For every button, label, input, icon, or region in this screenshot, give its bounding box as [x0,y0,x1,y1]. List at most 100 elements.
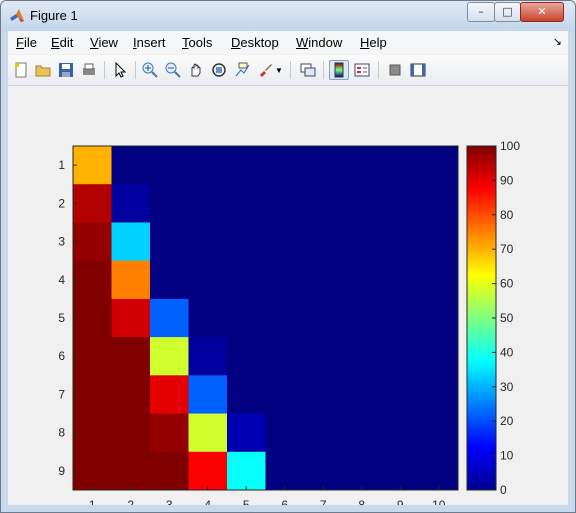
menu-bar: File Edit View Insert Tools Desktop Wind… [8,31,568,54]
x-tick-label: 1 [89,498,96,505]
colorbar-tick-label: 80 [500,208,514,222]
y-tick-label: 3 [58,235,65,249]
menu-view[interactable]: View [90,35,118,50]
heatmap-cell [342,184,382,223]
heatmap-cell [265,222,305,262]
heatmap-cell [73,451,112,491]
heatmap-cell [419,184,459,223]
insert-legend-icon[interactable] [352,60,372,80]
data-cursor-icon[interactable] [232,60,252,80]
heatmap-cell [342,337,382,376]
open-file-icon[interactable] [33,60,53,80]
heatmap-cell [150,413,189,453]
x-tick-label: 6 [281,498,288,505]
heatmap-cell [188,184,228,223]
link-plot-icon[interactable] [298,60,318,80]
heatmap-plot[interactable]: 1 2 3 4 5 6 7 8 9 10 1 2 3 4 5 6 7 8 9 0 10 20 30 40 50 60 70 80 9… [8,86,568,512]
heatmap-cell [265,413,305,453]
heatmap-cell [304,337,343,376]
heatmap-cell [111,222,151,262]
brush-dropdown-icon[interactable]: ▼ [274,60,284,80]
colorbar-tick-label: 70 [500,242,514,256]
pan-hand-icon[interactable] [186,60,206,80]
menu-edit[interactable]: Edit [51,35,73,50]
figure-toolbar: ▼ [8,55,568,86]
title-bar[interactable]: Figure 1 – □ ✕ [1,1,575,31]
colorbar-tick-label: 20 [500,414,514,428]
heatmap-cell [342,375,382,415]
zoom-out-icon[interactable] [163,60,183,80]
heatmap-cell [419,298,459,338]
save-icon[interactable] [56,60,76,80]
heatmap-cell [265,260,305,300]
toolbar-separator [290,61,291,79]
heatmap-cell [188,375,228,415]
toolbar-separator [104,61,105,79]
heatmap-cell [188,337,228,376]
heatmap-cell [150,222,189,262]
heatmap-cell [304,146,343,185]
menu-desktop[interactable]: Desktop [231,35,279,50]
y-tick-label: 6 [58,349,65,363]
colorbar-tick-label: 50 [500,311,514,325]
rotate-3d-icon[interactable] [209,60,229,80]
heatmap-cell [381,222,420,262]
insert-colorbar-icon[interactable] [329,60,349,80]
x-tick-label: 4 [204,498,211,505]
heatmap-cell [304,451,343,491]
heatmap-cell [150,260,189,300]
menu-help[interactable]: Help [360,35,387,50]
minimize-button[interactable]: – [467,2,495,22]
heatmap-cell [381,184,420,223]
heatmap-cell [265,184,305,223]
new-figure-icon[interactable] [11,60,31,80]
heatmap-cell [150,451,189,491]
hide-plot-tools-icon[interactable] [385,60,405,80]
brush-icon[interactable] [255,60,275,80]
toolbar-separator [378,61,379,79]
heatmap-cell [304,222,343,262]
y-tick-label: 1 [58,158,65,172]
heatmap-cell [73,146,112,185]
heatmap-cell [381,146,420,185]
heatmap-cell [381,451,420,491]
zoom-in-icon[interactable] [140,60,160,80]
colorbar-tick-label: 30 [500,380,514,394]
heatmap-cell [188,413,228,453]
toolbar-separator [323,61,324,79]
heatmap-cell [111,260,151,300]
heatmap-cell [304,298,343,338]
heatmap-cell [381,375,420,415]
heatmap-cell [304,184,343,223]
heatmap-cell [150,337,189,376]
heatmap-cell [111,184,151,223]
dock-arrow-icon[interactable]: ↘ [553,35,562,48]
heatmap-cell [150,298,189,338]
heatmap-cell [111,413,151,453]
menu-window[interactable]: Window [296,35,342,50]
heatmap-cell [188,451,228,491]
heatmap-cell [304,260,343,300]
show-plot-tools-icon[interactable] [408,60,428,80]
close-button[interactable]: ✕ [520,2,564,22]
heatmap-cell [381,413,420,453]
x-tick-label: 9 [397,498,404,505]
print-icon[interactable] [79,60,99,80]
menu-file[interactable]: File [16,35,37,50]
heatmap-cell [227,375,266,415]
figure-canvas[interactable]: 1 2 3 4 5 6 7 8 9 10 1 2 3 4 5 6 7 8 9 0 10 20 30 40 50 60 70 80 9… [8,86,568,512]
heatmap-cell [227,184,266,223]
heatmap-cell [342,451,382,491]
edit-plot-arrow-icon[interactable] [110,60,130,80]
heatmap-cell [73,298,112,338]
menu-tools[interactable]: Tools [182,35,212,50]
heatmap-cell [304,413,343,453]
heatmap-cell [419,337,459,376]
maximize-button[interactable]: □ [494,2,521,22]
heatmap-cell [265,146,305,185]
heatmap-cell [227,298,266,338]
menu-insert[interactable]: Insert [133,35,166,50]
y-tick-label: 8 [58,426,65,440]
heatmap-cell [304,375,343,415]
colorbar[interactable] [466,145,497,491]
